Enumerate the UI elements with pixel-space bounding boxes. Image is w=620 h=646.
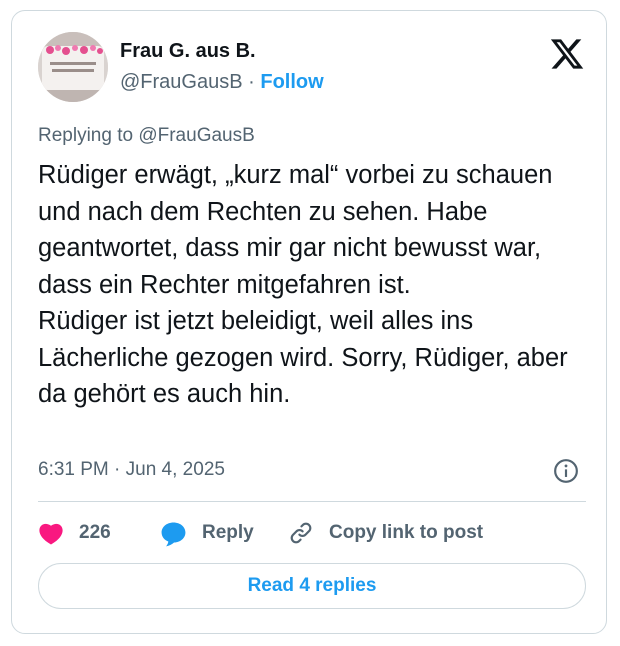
avatar[interactable] [38,32,108,102]
like-count: 226 [79,522,111,543]
like-button[interactable]: 226 [38,518,111,548]
reply-label: Reply [202,522,254,543]
copy-link-label: Copy link to post [329,522,484,543]
reply-bubble-icon [161,521,186,546]
author-handle-row: @FrauGausB · Follow [120,71,324,94]
follow-button[interactable]: Follow [260,71,323,93]
reply-context[interactable]: Replying to @FrauGausB [38,125,255,147]
avatar-image [38,32,108,102]
tweet-paragraph: Rüdiger ist jetzt beleidigt, weil alles … [38,307,568,408]
link-icon [290,522,312,544]
x-logo-icon[interactable] [549,36,585,72]
tweet-card: Frau G. aus B. @FrauGausB · Follow Reply… [11,10,607,634]
author-display-name[interactable]: Frau G. aus B. [120,40,256,63]
tweet-text: Rüdiger erwägt, „kurz mal“ vorbei zu sch… [38,157,598,413]
separator-dot: · [248,71,255,93]
info-icon[interactable] [553,458,579,484]
reply-button[interactable]: Reply [160,518,254,548]
tweet-paragraph: Rüdiger erwägt, „kurz mal“ vorbei zu sch… [38,161,553,299]
heart-icon [39,523,63,545]
author-handle[interactable]: @FrauGausB [120,71,243,93]
timestamp[interactable]: 6:31 PM · Jun 4, 2025 [38,459,225,481]
divider [38,501,586,502]
copy-link-button[interactable]: Copy link to post [288,518,483,548]
read-replies-button[interactable]: Read 4 replies [38,563,586,609]
